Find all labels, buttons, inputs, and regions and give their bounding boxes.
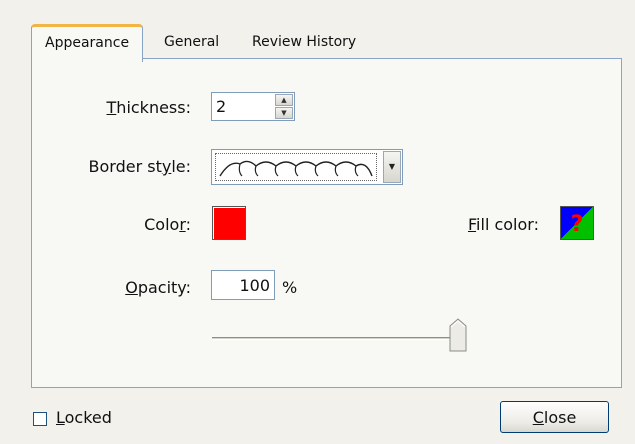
opacity-input[interactable]: 100 [211,270,275,300]
border-style-dropdown[interactable]: ▼ [211,149,403,185]
arrow-down-icon: ▼ [281,109,287,117]
close-button[interactable]: Close [500,401,609,433]
tab-review-history[interactable]: Review History [252,28,356,58]
tab-general-label: General [164,34,220,50]
opacity-unit: % [282,278,298,297]
question-mark-icon: ? [571,212,584,237]
cloudy-border-icon [219,160,373,177]
thickness-spinner[interactable]: 2 ▲ ▼ [211,92,295,121]
color-swatch-button[interactable] [212,206,246,240]
opacity-slider-thumb[interactable] [449,318,467,352]
spin-up-button[interactable]: ▲ [275,94,293,106]
thickness-value[interactable]: 2 [216,97,226,116]
tab-general[interactable]: General [164,28,219,58]
dropdown-button[interactable]: ▼ [383,151,401,183]
fill-color-label: Fill color: [468,215,539,234]
opacity-slider-track[interactable] [212,337,466,340]
locked-checkbox[interactable] [33,412,47,426]
tab-appearance[interactable]: Appearance [31,24,144,62]
spin-down-button[interactable]: ▼ [275,107,293,119]
tab-appearance-label: Appearance [45,35,130,51]
thickness-label: Thickness: [106,98,191,117]
chevron-down-icon: ▼ [388,162,396,171]
opacity-label: Opacity: [125,278,191,297]
border-style-selected[interactable] [215,153,377,181]
tab-review-history-label: Review History [252,34,357,50]
arrow-up-icon: ▲ [281,96,287,104]
color-label: Color: [144,215,191,234]
fill-color-swatch-graphic: ? [561,207,593,239]
locked-label: Locked [56,408,112,427]
opacity-value: 100 [239,276,270,295]
slider-thumb-icon [449,318,467,352]
fill-color-swatch-button[interactable]: ? [560,206,594,240]
border-style-label: Border style: [88,157,192,176]
